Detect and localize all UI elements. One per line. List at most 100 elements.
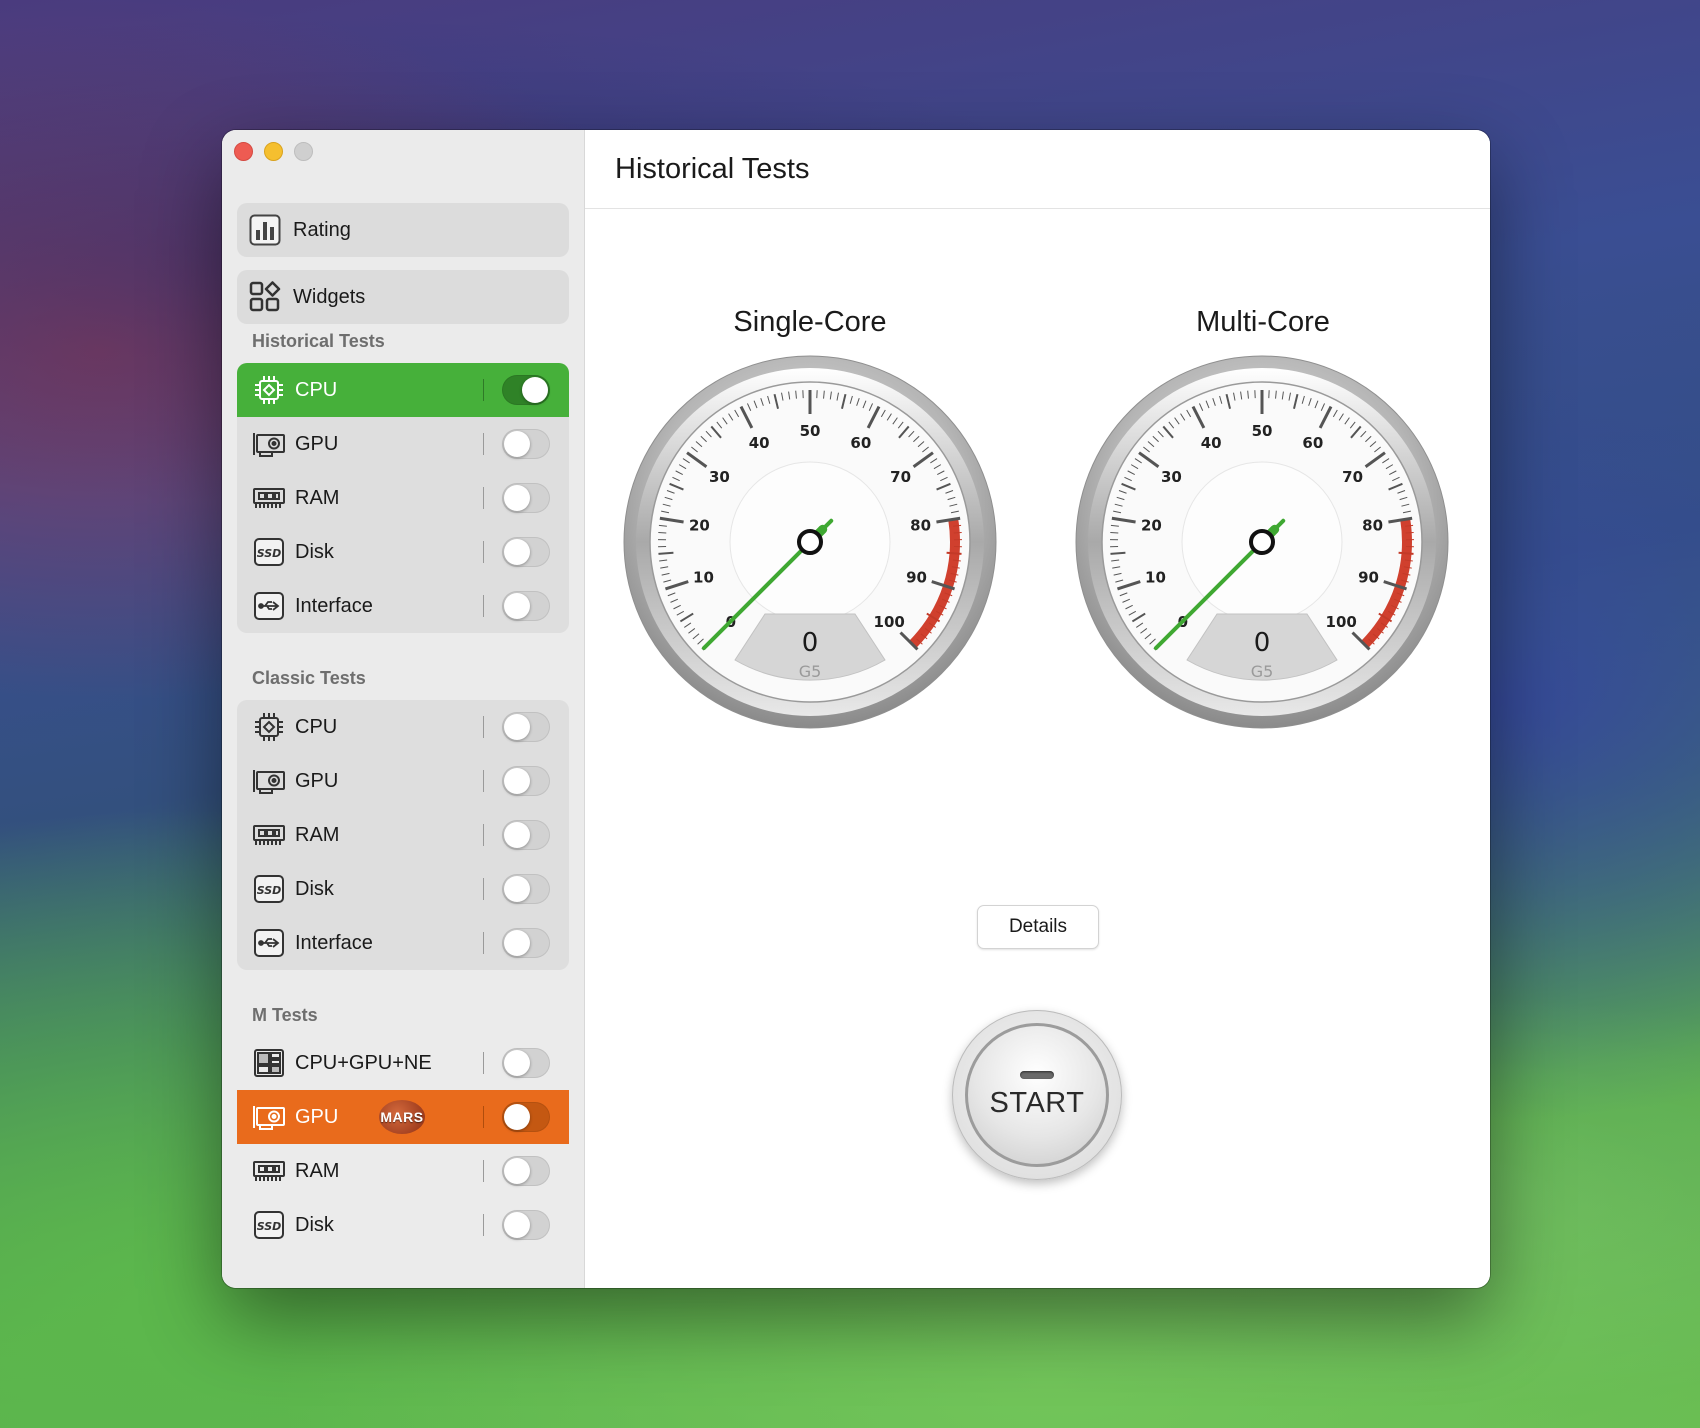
zoom-window-button[interactable] — [294, 142, 313, 161]
row-label: Interface — [295, 931, 373, 954]
section-title-historical: Historical Tests — [252, 331, 385, 351]
m-ram-row[interactable]: RAM — [237, 1144, 569, 1198]
details-button[interactable]: Details — [977, 905, 1099, 949]
ssd-icon: SSD — [251, 1209, 287, 1241]
tick-label: 30 — [709, 468, 730, 486]
row-label: Disk — [295, 1213, 334, 1236]
m-cpu-gpu-ne-row[interactable]: CPU+GPU+NE — [237, 1036, 569, 1090]
gpu-mars-toggle[interactable] — [502, 1102, 550, 1132]
widgets-icon — [247, 279, 283, 315]
historical-interface-row[interactable]: Interface — [237, 579, 569, 633]
tick-label: 70 — [890, 468, 911, 486]
gpu-card-icon — [251, 1101, 287, 1133]
multi-core-title: Multi-Core — [1196, 306, 1330, 338]
classic-ram-row[interactable]: RAM — [237, 808, 569, 862]
ssd-icon: SSD — [251, 536, 287, 568]
cpu-toggle[interactable] — [502, 375, 550, 405]
ram-toggle[interactable] — [502, 1156, 550, 1186]
historical-gpu-row[interactable]: GPU — [237, 417, 569, 471]
cpu-toggle[interactable] — [502, 712, 550, 742]
tick-label: 10 — [1145, 569, 1166, 587]
classic-cpu-row[interactable]: CPU — [237, 700, 569, 754]
start-button[interactable]: START — [952, 1010, 1122, 1180]
ram-toggle[interactable] — [502, 820, 550, 850]
divider — [483, 824, 484, 846]
tick-label: 70 — [1342, 468, 1363, 486]
main-header: Historical Tests — [585, 130, 1490, 209]
row-label: GPU — [295, 769, 339, 792]
mars-badge-label: MARS — [380, 1109, 424, 1125]
tick-label: 40 — [749, 434, 770, 452]
row-label: RAM — [295, 1159, 340, 1182]
divider — [483, 716, 484, 738]
disk-toggle[interactable] — [502, 874, 550, 904]
page-title: Historical Tests — [615, 152, 810, 185]
single-core-title: Single-Core — [733, 306, 887, 338]
rating-label: Rating — [293, 218, 351, 241]
gauge-hub — [797, 529, 823, 555]
minor-tick — [658, 551, 674, 555]
ssd-icon: SSD — [251, 873, 287, 905]
gpu-toggle[interactable] — [502, 766, 550, 796]
row-label: RAM — [295, 486, 340, 509]
gauge-value: 0 — [802, 628, 819, 658]
minimize-window-button[interactable] — [264, 142, 283, 161]
historical-disk-row[interactable]: SSD Disk — [237, 525, 569, 579]
widgets-nav-button[interactable]: Widgets — [237, 270, 569, 324]
gauge-unit: G5 — [1251, 662, 1274, 681]
app-window: Rating Widgets Historical Tests CPU GPU … — [222, 130, 1490, 1288]
minor-tick — [658, 531, 667, 534]
main-panel: Historical Tests Single-Core Multi-Core … — [585, 130, 1490, 1288]
multi-core-gauge: 01020304050607080901000G5 — [1075, 355, 1449, 729]
minor-tick — [946, 551, 962, 555]
section-title-classic: Classic Tests — [252, 668, 366, 688]
gpu-toggle[interactable] — [502, 429, 550, 459]
mars-planet-badge: MARS — [379, 1100, 425, 1134]
soc-icon — [251, 1047, 287, 1079]
close-window-button[interactable] — [234, 142, 253, 161]
gauge-value: 0 — [1254, 628, 1271, 658]
gauge-unit: G5 — [799, 662, 822, 681]
cpu-chip-icon — [251, 711, 287, 743]
divider — [483, 1160, 484, 1182]
single-core-gauge: 01020304050607080901000G5 — [623, 355, 997, 729]
historical-cpu-row[interactable]: CPU — [237, 363, 569, 417]
rating-nav-button[interactable]: Rating — [237, 203, 569, 257]
divider — [483, 1052, 484, 1074]
interface-toggle[interactable] — [502, 591, 550, 621]
tick-label: 50 — [800, 422, 821, 440]
ram-toggle[interactable] — [502, 483, 550, 513]
minor-tick — [1110, 531, 1119, 534]
cpu-gpu-ne-toggle[interactable] — [502, 1048, 550, 1078]
tick-label: 20 — [689, 516, 710, 534]
divider — [483, 932, 484, 954]
disk-toggle[interactable] — [502, 1210, 550, 1240]
disk-toggle[interactable] — [502, 537, 550, 567]
minor-tick — [1405, 531, 1414, 534]
ram-stick-icon — [251, 819, 287, 851]
tick-label: 60 — [850, 434, 871, 452]
classic-interface-row[interactable]: Interface — [237, 916, 569, 970]
classic-disk-row[interactable]: SSD Disk — [237, 862, 569, 916]
svg-text:SSD: SSD — [257, 547, 282, 560]
historical-ram-row[interactable]: RAM — [237, 471, 569, 525]
interface-toggle[interactable] — [502, 928, 550, 958]
divider — [483, 433, 484, 455]
usb-icon — [251, 590, 287, 622]
divider — [483, 1214, 484, 1236]
start-label: START — [989, 1086, 1085, 1119]
row-label: Disk — [295, 540, 334, 563]
tick-label: 30 — [1161, 468, 1182, 486]
ram-stick-icon — [251, 482, 287, 514]
m-gpu-mars-row[interactable]: GPU MARS — [237, 1090, 569, 1144]
tick-label: 100 — [1326, 613, 1357, 631]
start-indicator-light — [1020, 1070, 1054, 1079]
tick-label: 90 — [906, 569, 927, 587]
gpu-card-icon — [251, 765, 287, 797]
sidebar: Rating Widgets Historical Tests CPU GPU … — [222, 130, 585, 1288]
tick-label: 40 — [1201, 434, 1222, 452]
row-label: GPU — [295, 1105, 339, 1128]
classic-gpu-row[interactable]: GPU — [237, 754, 569, 808]
gpu-card-icon — [251, 428, 287, 460]
m-disk-row[interactable]: SSD Disk — [237, 1198, 569, 1252]
